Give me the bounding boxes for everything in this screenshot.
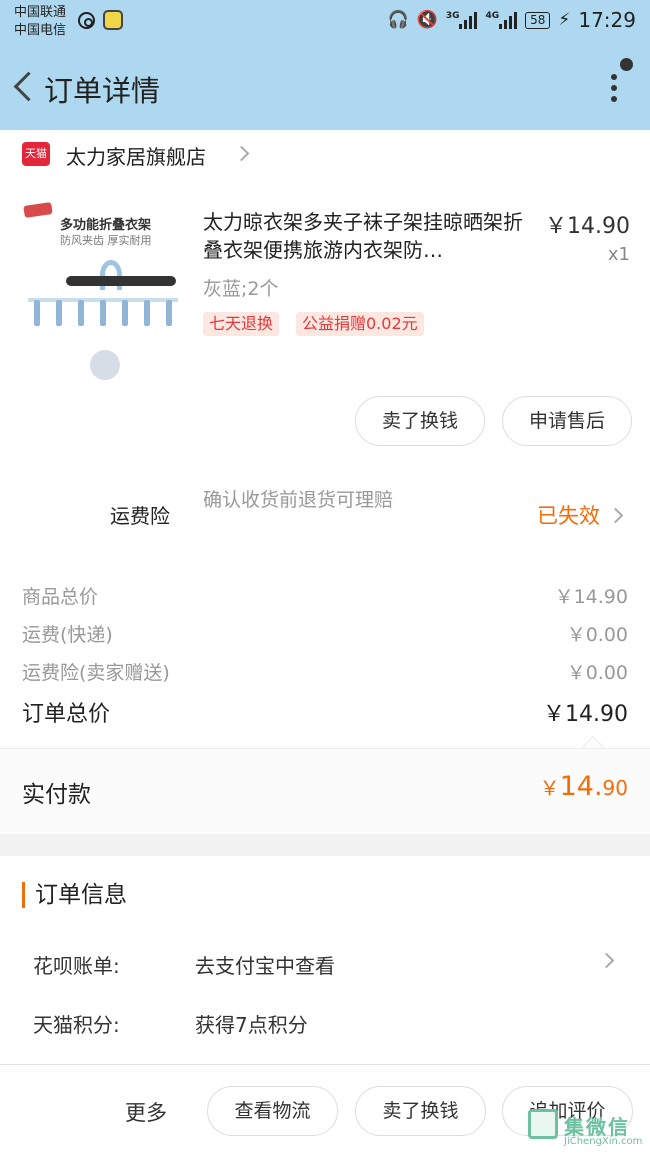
store-row[interactable]: 天猫 太力家居旗舰店 (0, 130, 650, 178)
product-variant: 灰蓝;2个 (203, 278, 279, 300)
caret-up-icon (581, 736, 605, 748)
status-left-icons (78, 10, 123, 30)
summary-row: 商品总价 ￥14.90 (22, 582, 628, 609)
amount-paid-value: ￥14.90 (540, 771, 628, 802)
back-arrow-icon[interactable] (10, 68, 38, 106)
hotspot-icon (78, 11, 95, 29)
hanger-rod (66, 276, 176, 286)
summary-value: ￥14.90 (554, 586, 628, 608)
page-title: 订单详情 (44, 74, 161, 108)
app-notification-icon (103, 10, 123, 30)
network-tag-2: 4G (485, 11, 500, 21)
sell-for-cash-button[interactable]: 卖了换钱 (355, 396, 485, 446)
order-total-label: 订单总价 (22, 702, 111, 727)
gift-badge (90, 350, 120, 380)
product-quantity: x1 (607, 244, 630, 265)
info-label: 天猫积分: (33, 1013, 120, 1037)
tmall-points-row: 天猫积分: 获得7点积分 (33, 1009, 628, 1038)
amount-paid-label: 实付款 (22, 782, 91, 808)
insurance-description: 确认收货前退货可理赔 (203, 489, 394, 511)
summary-row: 运费险(卖家赠送) ￥0.00 (22, 658, 628, 685)
more-button[interactable]: 更多 (125, 1097, 167, 1127)
amount-paid-row: 实付款 ￥14.90 (0, 736, 650, 834)
carrier-2: 中国电信 (14, 23, 67, 38)
product-price: ￥14.90 (545, 214, 630, 239)
battery-icon: 58 (525, 11, 551, 29)
insurance-status: 已失效 (537, 504, 600, 528)
order-info-title: 订单信息 (22, 882, 127, 908)
paid-amount-int: 14. (559, 771, 603, 802)
charging-icon: ⚡ (558, 10, 571, 30)
apply-after-sale-button[interactable]: 申请售后 (502, 396, 632, 446)
image-title: 多功能折叠衣架 (60, 218, 152, 233)
summary-label: 运费(快递) (22, 624, 113, 646)
summary-label: 运费险(卖家赠送) (22, 662, 170, 684)
carrier-1: 中国联通 (14, 5, 67, 20)
notification-dot (620, 58, 633, 71)
image-subtitle: 防风夹齿 厚实耐用 (60, 234, 152, 247)
paid-amount-dec: 90 (602, 776, 628, 800)
tag-charity: 公益捐赠0.02元 (296, 312, 424, 336)
store-name: 太力家居旗舰店 (66, 145, 206, 169)
carrier-info: 中国联通 中国电信 (14, 4, 66, 40)
brand-badge (23, 202, 53, 218)
product-name[interactable]: 太力晾衣架多夹子袜子架挂晾晒架折叠衣架便携旅游内衣架防… (203, 208, 533, 264)
clock: 17:29 (578, 8, 636, 32)
price-summary: 商品总价 ￥14.90 运费(快递) ￥0.00 运费险(卖家赠送) ￥0.00… (0, 564, 650, 748)
insurance-label: 运费险 (110, 504, 170, 528)
status-bar: 中国联通 中国电信 🎧 🔇 3G 4G 58 ⚡ 17:29 (0, 0, 650, 44)
paid-currency: ￥ (539, 776, 560, 800)
summary-label: 商品总价 (22, 586, 99, 608)
summary-value: ￥0.00 (566, 662, 628, 684)
view-logistics-button[interactable]: 查看物流 (207, 1086, 338, 1136)
sell-for-cash-button[interactable]: 卖了换钱 (355, 1086, 486, 1136)
summary-row: 运费(快递) ￥0.00 (22, 620, 628, 647)
tmall-logo-icon: 天猫 (22, 142, 50, 166)
product-card: 多功能折叠衣架 防风夹齿 厚实耐用 太力晾衣架多夹子袜子架挂晾晒架折叠衣架便携旅… (0, 178, 650, 468)
huabei-bill-row[interactable]: 花呗账单: 去支付宝中查看 (33, 950, 628, 979)
network-tag-1: 3G (445, 11, 460, 21)
chevron-right-icon (233, 145, 250, 162)
more-menu-icon[interactable] (600, 58, 633, 110)
product-image[interactable]: 多功能折叠衣架 防风夹齿 厚实耐用 (20, 200, 178, 380)
info-value: 获得7点积分 (195, 1013, 308, 1037)
order-info-section: 订单信息 花呗账单: 去支付宝中查看 天猫积分: 获得7点积分 (0, 856, 650, 1066)
watermark-logo-icon (528, 1109, 558, 1139)
tag-seven-day-return: 七天退换 (203, 312, 280, 336)
watermark-sub: JiChengXin.com (564, 1136, 643, 1147)
info-label: 花呗账单: (33, 954, 120, 978)
status-right: 🎧 🔇 3G 4G 58 ⚡ 17:29 (387, 8, 636, 32)
watermark: 集微信 JiChengXin.com (528, 1109, 646, 1151)
app-header: 订单详情 (0, 44, 650, 130)
shipping-insurance-row[interactable]: 运费险 确认收货前退货可理赔 已失效 (0, 468, 650, 564)
order-total-row: 订单总价 ￥14.90 (22, 696, 628, 728)
chevron-right-icon (598, 952, 615, 969)
signal-icon-1: 3G (446, 11, 478, 29)
chevron-right-icon (607, 507, 624, 524)
mute-icon: 🔇 (416, 10, 438, 30)
signal-icon-2: 4G (485, 11, 518, 29)
order-total-value: ￥14.90 (543, 702, 628, 727)
headphones-icon: 🎧 (387, 10, 409, 30)
info-value: 去支付宝中查看 (195, 954, 335, 978)
summary-value: ￥0.00 (566, 624, 628, 646)
